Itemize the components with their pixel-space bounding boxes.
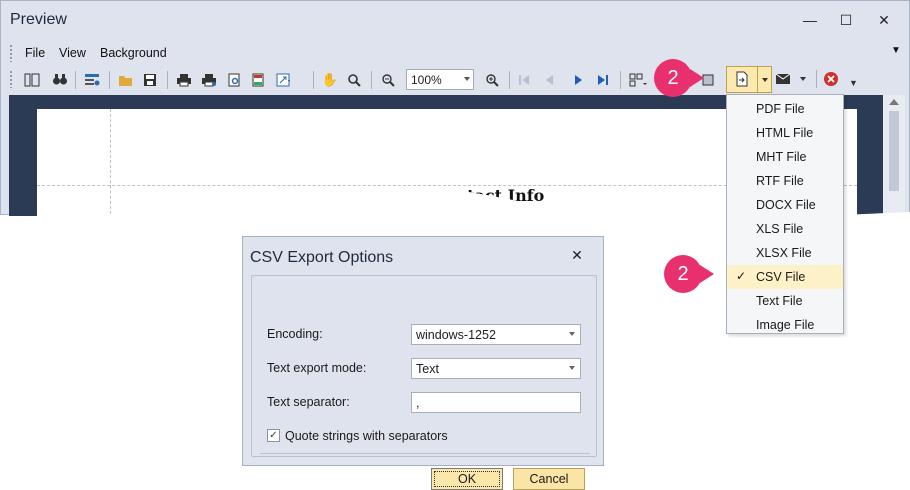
menu-grip[interactable] [9,44,13,62]
separator [371,71,372,89]
text-export-mode-value: Text [416,362,439,376]
first-page-icon[interactable] [513,69,535,91]
maximize-button[interactable]: ☐ [829,7,863,33]
text-export-mode-select[interactable]: Text [411,358,581,379]
separator [620,71,621,89]
next-page-icon[interactable] [567,69,589,91]
menu-item-csv[interactable]: ✓ CSV File [727,265,843,289]
title-bar: Preview — ☐ ✕ [1,1,909,37]
menu-item-mht[interactable]: MHT File [727,145,843,169]
chevron-down-icon[interactable] [464,77,470,81]
step-badge: 2 [654,59,692,97]
text-separator-value: , [416,396,420,410]
magnifier-icon[interactable] [343,69,365,91]
options-group: Encoding: windows-1252 Text export mode:… [251,275,597,490]
menu-item-xls[interactable]: XLS File [727,217,843,241]
text-separator-input[interactable]: , [411,392,581,413]
last-page-icon[interactable] [592,69,614,91]
save-icon[interactable] [139,69,161,91]
document-map-icon[interactable] [21,69,43,91]
encoding-select[interactable]: windows-1252 [411,324,581,345]
separator [509,71,510,89]
dialog-title: CSV Export Options [250,249,394,266]
zoom-combo[interactable]: 100% [406,69,474,90]
chevron-down-icon[interactable] [569,332,575,336]
send-email-icon[interactable] [772,68,794,90]
export-icon [735,71,749,91]
menu-item-csv-label: CSV File [756,270,806,284]
previous-page-icon[interactable] [539,69,561,91]
menu-item-pdf[interactable]: PDF File [727,97,843,121]
separator [816,70,817,88]
quote-strings-label[interactable]: Quote strings with separators [285,429,448,443]
header-footer-icon[interactable] [247,69,269,91]
page-setup-icon[interactable] [223,69,245,91]
ok-button[interactable]: OK [431,468,503,490]
step-badge: 2 [664,255,702,293]
cancel-button[interactable]: Cancel [513,468,585,490]
zoom-in-icon[interactable] [481,69,503,91]
export-format-menu: PDF File HTML File MHT File RTF File DOC… [726,94,844,334]
print-icon[interactable] [173,69,195,91]
menu-background[interactable]: Background [100,46,167,60]
separator [313,71,314,89]
zoom-value: 100% [411,73,442,87]
menu-file[interactable]: File [25,46,45,60]
chevron-down-icon[interactable] [800,77,806,81]
menu-item-docx[interactable]: DOCX File [727,193,843,217]
badge-pointer [700,265,714,283]
scroll-up-icon[interactable] [889,99,899,105]
menu-item-text[interactable]: Text File [727,289,843,313]
menu-item-image[interactable]: Image File [727,313,843,337]
chevron-down-icon[interactable] [569,366,575,370]
close-preview-icon[interactable] [823,71,839,90]
quick-print-icon[interactable] [198,69,220,91]
menu-view[interactable]: View [59,46,86,60]
menu-bar: File View Background ▼ [9,41,905,65]
toolbar-grip[interactable] [9,70,13,88]
quote-strings-checkbox[interactable]: ✓ [267,429,280,442]
badge-pointer [690,69,704,87]
close-button[interactable]: ✕ [867,7,901,33]
encoding-value: windows-1252 [416,328,496,342]
close-icon[interactable]: ✕ [567,247,587,264]
search-icon[interactable] [49,69,71,91]
menu-item-xlsx[interactable]: XLSX File [727,241,843,265]
separator [167,71,168,89]
menu-overflow-icon[interactable]: ▼ [891,45,901,56]
export-dropdown-toggle[interactable] [757,67,772,92]
text-separator-label: Text separator: [267,395,350,409]
scale-icon[interactable] [273,69,295,91]
csv-export-dialog: CSV Export Options ✕ Encoding: windows-1… [242,236,604,490]
hand-tool-icon[interactable]: ✋ [319,69,341,91]
menu-item-html[interactable]: HTML File [727,121,843,145]
toolbar-overflow-icon[interactable]: ▼ [849,78,858,88]
parameters-icon[interactable] [81,69,103,91]
zoom-out-icon[interactable] [377,69,399,91]
multiple-pages-icon[interactable] [627,69,649,91]
encoding-label: Encoding: [267,327,323,341]
check-icon: ✓ [736,269,747,283]
menu-item-rtf[interactable]: RTF File [727,169,843,193]
divider [260,453,590,454]
export-document-button[interactable] [726,66,772,93]
open-folder-icon[interactable] [115,69,137,91]
separator [75,71,76,89]
minimize-button[interactable]: — [793,7,827,33]
window-title: Preview [10,11,67,28]
separator [109,71,110,89]
text-export-mode-label: Text export mode: [267,361,367,375]
